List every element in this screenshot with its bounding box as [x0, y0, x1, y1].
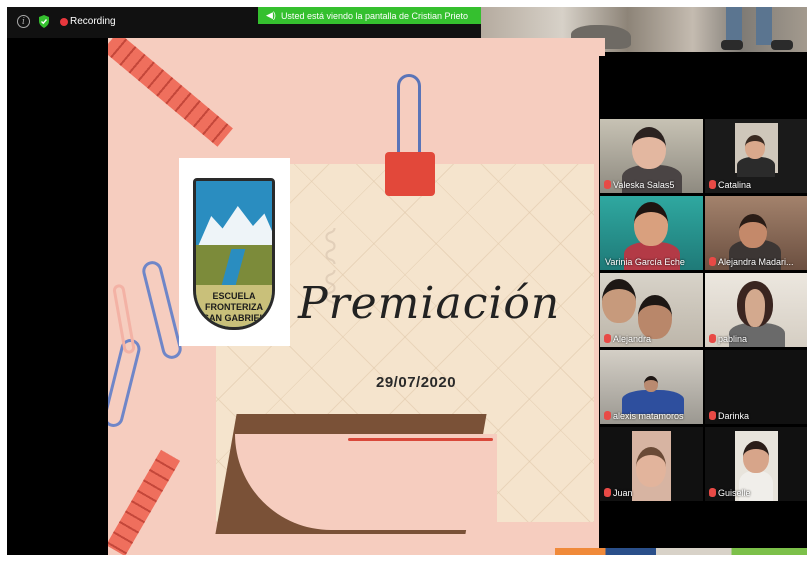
muted-mic-icon	[604, 334, 611, 343]
muted-mic-icon	[709, 411, 716, 420]
participant-tile[interactable]: Darinka	[705, 350, 807, 424]
ruler-decoration	[108, 38, 233, 147]
meeting-window: i Recording ◀) Usted está viendo la pant…	[7, 7, 807, 555]
person-head	[737, 281, 773, 327]
share-banner-text: Usted está viendo la pantalla de Cristia…	[280, 10, 469, 21]
paperclip-decoration	[140, 259, 184, 361]
shoe-shape	[771, 40, 793, 50]
participant-name: Alejandra Madari...	[718, 257, 794, 267]
participant-tile[interactable]: Alejandra	[600, 273, 703, 347]
school-crest: ESCUELA FRONTERIZA SAN GABRIEL	[193, 178, 275, 330]
participant-name: Varinia García Eche	[605, 257, 685, 267]
participant-name: Catalina	[718, 180, 752, 190]
person-head	[632, 127, 666, 169]
participant-tile[interactable]: Juan	[600, 427, 703, 501]
paperclip-decoration	[112, 283, 136, 355]
participant-tile[interactable]: Catalina	[705, 119, 807, 193]
recording-dot-icon	[60, 18, 68, 26]
participant-tile[interactable]: alexis matamoros	[600, 350, 703, 424]
screen-share-banner[interactable]: ◀) Usted está viendo la pantalla de Cris…	[258, 7, 483, 24]
recording-label[interactable]: Recording	[70, 16, 116, 27]
leg-shape	[756, 7, 772, 45]
participant-name: Juan	[613, 488, 633, 498]
participant-name: Valeska Salas5	[613, 180, 675, 190]
person-head	[638, 295, 672, 339]
shield-icon[interactable]	[37, 15, 50, 28]
muted-mic-icon	[709, 334, 716, 343]
person-head	[745, 135, 765, 159]
participant-name: Alejandra	[613, 334, 652, 344]
muted-mic-icon	[709, 257, 716, 266]
muted-mic-icon	[604, 488, 611, 497]
ruler-decoration	[108, 449, 181, 555]
info-icon[interactable]: i	[17, 15, 30, 28]
person-head	[743, 441, 769, 473]
slide-date: 29/07/2020	[376, 374, 457, 391]
school-logo: ESCUELA FRONTERIZA SAN GABRIEL	[179, 158, 290, 346]
participant-tile[interactable]: Alejandra Madari...	[705, 196, 807, 270]
muted-mic-icon	[709, 488, 716, 497]
binder-clip	[385, 152, 435, 196]
binder-clip-wire	[397, 74, 421, 160]
muted-mic-icon	[604, 180, 611, 189]
person-body	[737, 157, 775, 177]
person-head	[644, 376, 658, 392]
shoe-shape	[721, 40, 743, 50]
video-thumbnail-strip[interactable]	[555, 548, 807, 555]
crest-banner: ESCUELA FRONTERIZA SAN GABRIEL	[196, 285, 272, 327]
speaker-icon: ◀)	[266, 10, 276, 20]
logo-line-2: SAN GABRIEL	[202, 313, 265, 323]
person-head	[634, 202, 668, 246]
participant-name: alexis matamoros	[613, 411, 684, 421]
person-head	[739, 214, 767, 248]
participant-tile[interactable]: Valeska Salas5	[600, 119, 703, 193]
title-underline	[348, 438, 493, 441]
person-head	[602, 279, 636, 323]
participant-tile-active-speaker[interactable]: Varinia García Eche	[600, 196, 703, 270]
participant-tile[interactable]: Guiselle	[705, 427, 807, 501]
participant-name: Darinka	[718, 411, 750, 421]
participant-name: Guiselle	[718, 488, 751, 498]
participant-name: pablina	[718, 334, 748, 344]
muted-mic-icon	[709, 180, 716, 189]
slide-title: Premiación	[298, 278, 561, 329]
participant-tile[interactable]: pablina	[705, 273, 807, 347]
logo-line-1: ESCUELA FRONTERIZA	[205, 291, 263, 312]
participant-gallery: Valeska Salas5 Catalina Varinia García E…	[599, 56, 807, 555]
person-head	[636, 447, 666, 487]
muted-mic-icon	[604, 411, 611, 420]
shared-slide: 〰〰 ESCUELA FRONTERIZA SAN GABRIEL Premia…	[108, 38, 605, 555]
